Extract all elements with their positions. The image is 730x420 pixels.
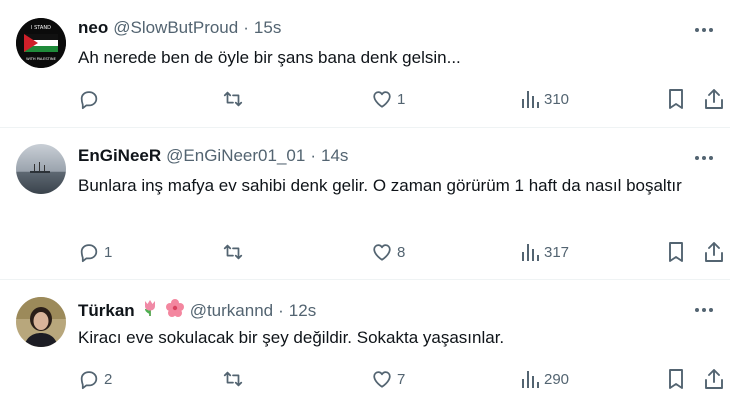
reply-button[interactable]: 2 xyxy=(78,366,112,392)
tweet-header: Türkan @turkannd · 12s xyxy=(78,298,670,323)
tulip-emoji xyxy=(140,298,160,323)
share-button[interactable] xyxy=(704,86,724,112)
reply-icon xyxy=(80,244,98,263)
avatar[interactable] xyxy=(16,297,66,347)
tweet-header: EnGiNeeR @EnGiNeer01_01 · 14s xyxy=(78,146,670,166)
view-count: 317 xyxy=(544,243,570,261)
reply-icon xyxy=(80,91,98,110)
tweet-actions: 2 7 290 xyxy=(0,366,730,392)
separator-dot: · xyxy=(278,300,284,320)
user-handle[interactable]: @SlowButProud xyxy=(113,18,238,38)
separator-dot: · xyxy=(310,146,316,165)
retweet-icon xyxy=(223,371,243,387)
tweet-header: neo @SlowButProud · 15s xyxy=(78,18,670,38)
bookmark-button[interactable] xyxy=(666,239,686,265)
sea-photo-avatar xyxy=(16,144,66,194)
views-icon xyxy=(522,91,539,108)
bookmark-icon xyxy=(669,89,683,109)
more-icon[interactable] xyxy=(690,20,718,40)
like-icon xyxy=(373,371,391,388)
palestine-flag-avatar: I STAND WITH PALESTINE xyxy=(16,18,66,68)
reply-count: 1 xyxy=(104,243,113,261)
retweet-icon xyxy=(223,91,243,107)
share-button[interactable] xyxy=(704,239,724,265)
views-button[interactable]: 310 xyxy=(520,86,569,112)
display-name[interactable]: EnGiNeeR xyxy=(78,146,161,166)
like-button[interactable]: 1 xyxy=(371,86,405,112)
user-handle[interactable]: @EnGiNeer01_01 xyxy=(166,146,305,166)
timestamp[interactable]: 15s xyxy=(254,18,281,38)
like-count: 7 xyxy=(397,370,406,388)
separator-dot: · xyxy=(243,18,249,37)
more-icon[interactable] xyxy=(690,300,718,320)
display-name[interactable]: Türkan xyxy=(78,301,135,321)
display-name[interactable]: neo xyxy=(78,18,108,38)
views-button[interactable]: 317 xyxy=(520,239,569,265)
avatar[interactable] xyxy=(16,144,66,194)
timestamp[interactable]: 12s xyxy=(289,301,316,321)
retweet-button[interactable] xyxy=(221,239,249,265)
reply-icon xyxy=(80,371,98,390)
tweet-text: Kiracı eve sokulacak bir şey değildir. S… xyxy=(78,328,505,347)
reply-button[interactable]: 1 xyxy=(78,239,112,265)
avatar[interactable]: I STAND WITH PALESTINE xyxy=(16,18,66,68)
tweet[interactable]: Türkan @turkannd · 12s Kiracı eve sokula… xyxy=(0,280,730,420)
tweet[interactable]: I STAND WITH PALESTINE neo @SlowButProud… xyxy=(0,0,730,128)
avatar-text-top: I STAND xyxy=(31,25,51,31)
tweet-feed: I STAND WITH PALESTINE neo @SlowButProud… xyxy=(0,0,730,420)
bookmark-button[interactable] xyxy=(666,366,686,392)
reply-count: 2 xyxy=(104,370,113,388)
share-icon xyxy=(705,242,723,262)
more-icon[interactable] xyxy=(690,148,718,168)
retweet-icon xyxy=(223,244,243,260)
tweet-text: Bunlara inş mafya ev sahibi denk gelir. … xyxy=(78,176,682,195)
share-icon xyxy=(705,89,723,109)
user-handle[interactable]: @turkannd xyxy=(190,301,273,321)
share-button[interactable] xyxy=(704,366,724,392)
tweet-actions: 1 310 xyxy=(0,86,730,112)
like-count: 1 xyxy=(397,90,406,108)
retweet-button[interactable] xyxy=(221,366,249,392)
share-icon xyxy=(705,369,723,389)
retweet-button[interactable] xyxy=(221,86,249,112)
bookmark-icon xyxy=(669,242,683,262)
like-icon xyxy=(373,91,391,108)
bookmark-button[interactable] xyxy=(666,86,686,112)
like-button[interactable]: 7 xyxy=(371,366,405,392)
timestamp[interactable]: 14s xyxy=(321,146,348,166)
hibiscus-emoji xyxy=(165,298,185,323)
avatar-text-bottom: WITH PALESTINE xyxy=(26,57,57,61)
like-count: 8 xyxy=(397,243,406,261)
person-photo-avatar xyxy=(16,297,66,347)
view-count: 290 xyxy=(544,370,570,388)
like-icon xyxy=(373,244,391,261)
like-button[interactable]: 8 xyxy=(371,239,405,265)
views-icon xyxy=(522,244,539,261)
bookmark-icon xyxy=(669,369,683,389)
tweet-actions: 1 8 317 xyxy=(0,239,730,265)
reply-button[interactable] xyxy=(78,86,104,112)
views-icon xyxy=(522,371,539,388)
view-count: 310 xyxy=(544,90,570,108)
tweet[interactable]: EnGiNeeR @EnGiNeer01_01 · 14s Bunlara in… xyxy=(0,128,730,280)
tweet-text: Ah nerede ben de öyle bir şans bana denk… xyxy=(78,48,461,67)
views-button[interactable]: 290 xyxy=(520,366,569,392)
